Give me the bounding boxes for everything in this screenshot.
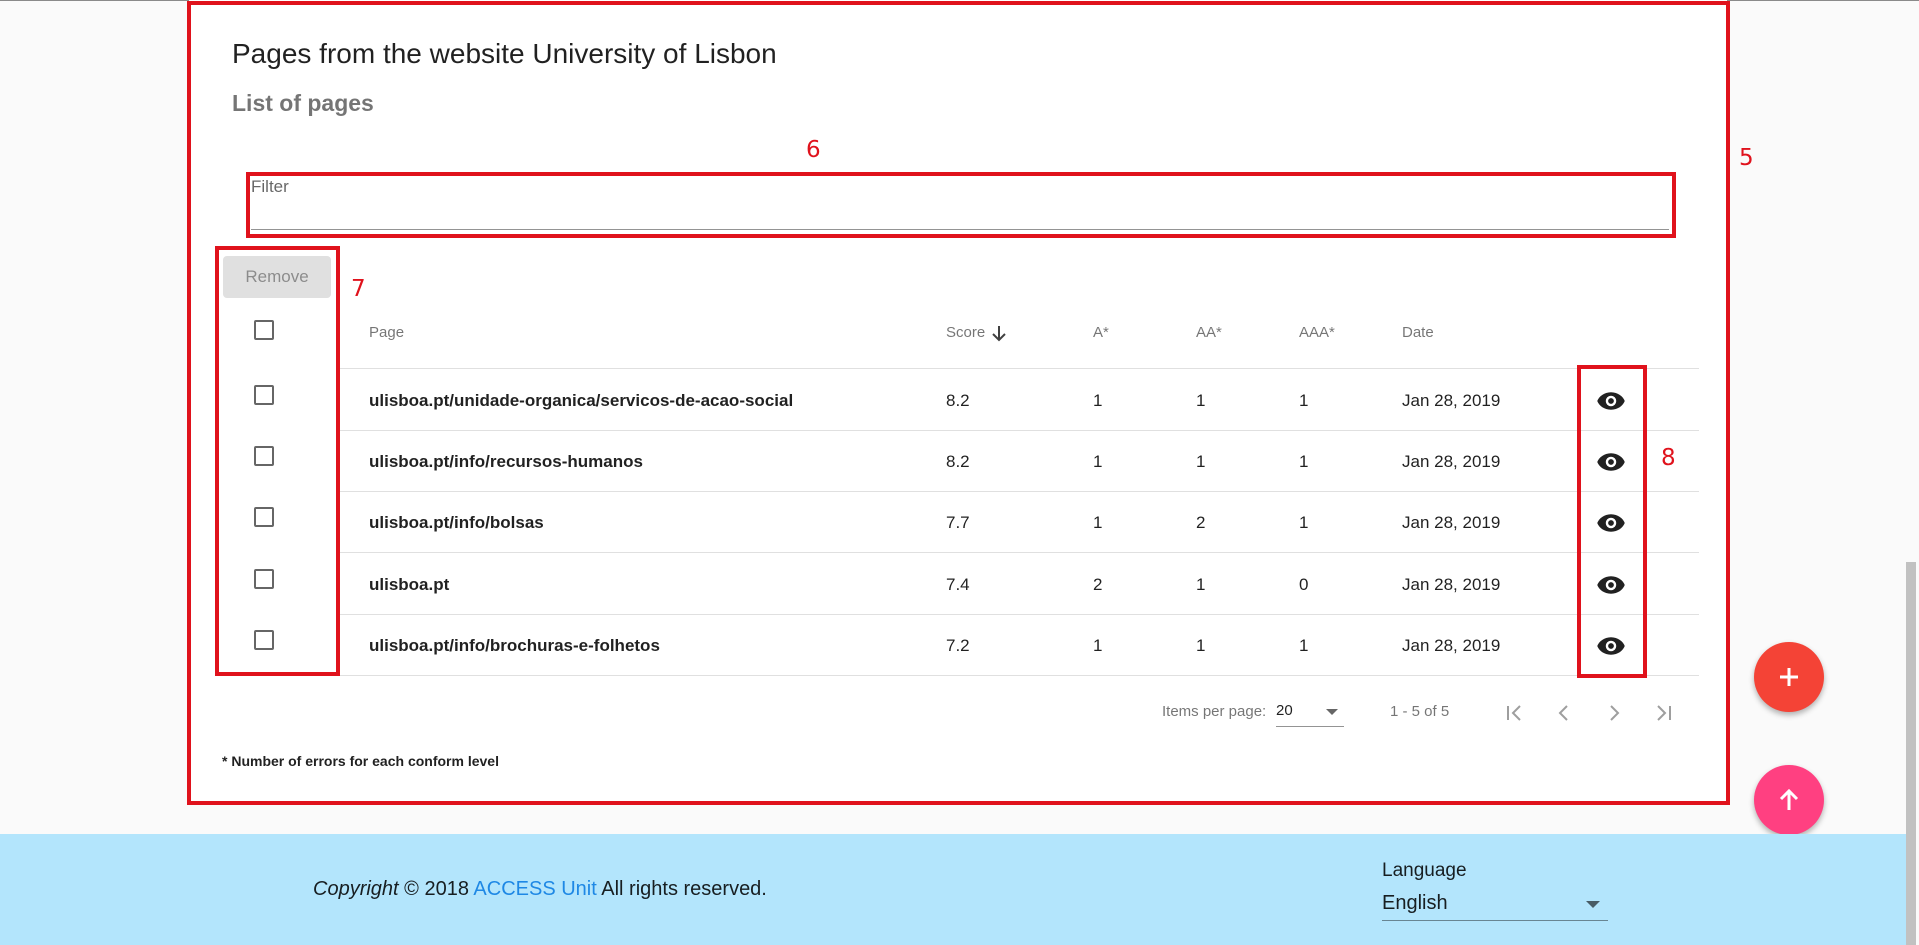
row-score: 8.2 (946, 452, 970, 471)
header-a[interactable]: A* (1093, 324, 1109, 341)
annotation-number-7: 7 (351, 276, 366, 302)
row-aa-errors: 1 (1196, 452, 1206, 471)
arrow-down-icon (992, 326, 1006, 342)
row-date: Jan 28, 2019 (1402, 575, 1501, 594)
items-per-page-label: Items per page: (1162, 703, 1267, 720)
prev-page-icon[interactable] (1548, 697, 1580, 729)
row-aa-errors: 1 (1196, 636, 1206, 655)
row-date: Jan 28, 2019 (1402, 391, 1501, 410)
row-date: Jan 28, 2019 (1402, 636, 1501, 655)
language-value: English (1382, 892, 1448, 914)
row-score: 7.4 (946, 575, 970, 594)
items-per-page-select[interactable]: 20 (1276, 700, 1344, 727)
row-date: Jan 28, 2019 (1402, 513, 1501, 532)
first-page-icon[interactable] (1498, 697, 1530, 729)
row-checkbox[interactable] (254, 446, 274, 466)
row-aaa-errors: 1 (1299, 391, 1309, 410)
row-a-errors: 1 (1093, 513, 1103, 532)
header-aa[interactable]: AA* (1196, 324, 1222, 341)
row-page-url: ulisboa.pt/unidade-organica/servicos-de-… (369, 391, 794, 410)
add-page-button[interactable] (1754, 642, 1824, 712)
row-divider (337, 614, 1699, 615)
scrollbar-thumb[interactable] (1906, 562, 1916, 945)
header-date[interactable]: Date (1402, 324, 1434, 341)
row-checkbox[interactable] (254, 385, 274, 405)
row-divider (337, 675, 1699, 676)
row-score: 8.2 (946, 391, 970, 410)
row-divider (337, 552, 1699, 553)
next-page-icon[interactable] (1598, 697, 1630, 729)
annotation-number-5: 5 (1739, 145, 1754, 171)
row-divider (337, 430, 1699, 431)
items-per-page-value: 20 (1276, 702, 1293, 719)
page-title: Pages from the website University of Lis… (232, 38, 777, 69)
remove-button[interactable]: Remove (223, 256, 331, 298)
row-aaa-errors: 1 (1299, 636, 1309, 655)
select-all-checkbox[interactable] (254, 320, 274, 340)
filter-input[interactable] (251, 197, 1673, 229)
row-checkbox[interactable] (254, 569, 274, 589)
eye-icon[interactable] (1596, 391, 1626, 411)
filter-label: Filter (251, 177, 289, 196)
row-checkbox[interactable] (254, 630, 274, 650)
access-unit-link[interactable]: ACCESS Unit (473, 878, 596, 900)
plus-icon (1780, 668, 1798, 686)
row-divider (337, 368, 1699, 369)
dropdown-arrow-icon (1586, 901, 1600, 908)
arrow-up-icon (1779, 788, 1799, 810)
eye-icon[interactable] (1596, 513, 1626, 533)
row-aaa-errors: 0 (1299, 575, 1309, 594)
row-checkbox[interactable] (254, 507, 274, 527)
row-a-errors: 2 (1093, 575, 1103, 594)
footer (0, 834, 1906, 945)
eye-icon[interactable] (1596, 452, 1626, 472)
page-subtitle: List of pages (232, 90, 374, 116)
filter-underline (251, 229, 1669, 230)
row-page-url: ulisboa.pt (369, 575, 450, 594)
dropdown-arrow-icon (1326, 709, 1338, 715)
row-aa-errors: 1 (1196, 391, 1206, 410)
page-range-label: 1 - 5 of 5 (1390, 703, 1450, 720)
header-page[interactable]: Page (369, 324, 404, 341)
row-page-url: ulisboa.pt/info/recursos-humanos (369, 452, 643, 471)
language-select[interactable]: English (1382, 888, 1608, 921)
row-score: 7.7 (946, 513, 970, 532)
row-divider (337, 491, 1699, 492)
row-aa-errors: 2 (1196, 513, 1206, 532)
annotation-number-8: 8 (1661, 445, 1676, 471)
row-aa-errors: 1 (1196, 575, 1206, 594)
row-score: 7.2 (946, 636, 970, 655)
row-a-errors: 1 (1093, 636, 1103, 655)
copyright-text: Copyright © 2018 ACCESS Unit All rights … (313, 878, 767, 901)
row-a-errors: 1 (1093, 391, 1103, 410)
footnote: * Number of errors for each conform leve… (222, 753, 499, 769)
row-page-url: ulisboa.pt/info/bolsas (369, 513, 544, 532)
row-date: Jan 28, 2019 (1402, 452, 1501, 471)
eye-icon[interactable] (1596, 636, 1626, 656)
row-a-errors: 1 (1093, 452, 1103, 471)
last-page-icon[interactable] (1648, 697, 1680, 729)
copyright-year: © 2018 (404, 878, 469, 900)
eye-icon[interactable] (1596, 575, 1626, 595)
row-aaa-errors: 1 (1299, 452, 1309, 471)
rights-text: All rights reserved. (601, 878, 767, 900)
scroll-to-top-button[interactable] (1754, 765, 1824, 835)
filter-field[interactable]: Filter (251, 175, 1673, 232)
row-aaa-errors: 1 (1299, 513, 1309, 532)
annotation-number-6: 6 (806, 137, 821, 163)
copyright-word: Copyright (313, 878, 399, 900)
header-score[interactable]: Score (946, 324, 985, 341)
header-aaa[interactable]: AAA* (1299, 324, 1335, 341)
language-label: Language (1382, 860, 1467, 881)
row-page-url: ulisboa.pt/info/brochuras-e-folhetos (369, 636, 660, 655)
